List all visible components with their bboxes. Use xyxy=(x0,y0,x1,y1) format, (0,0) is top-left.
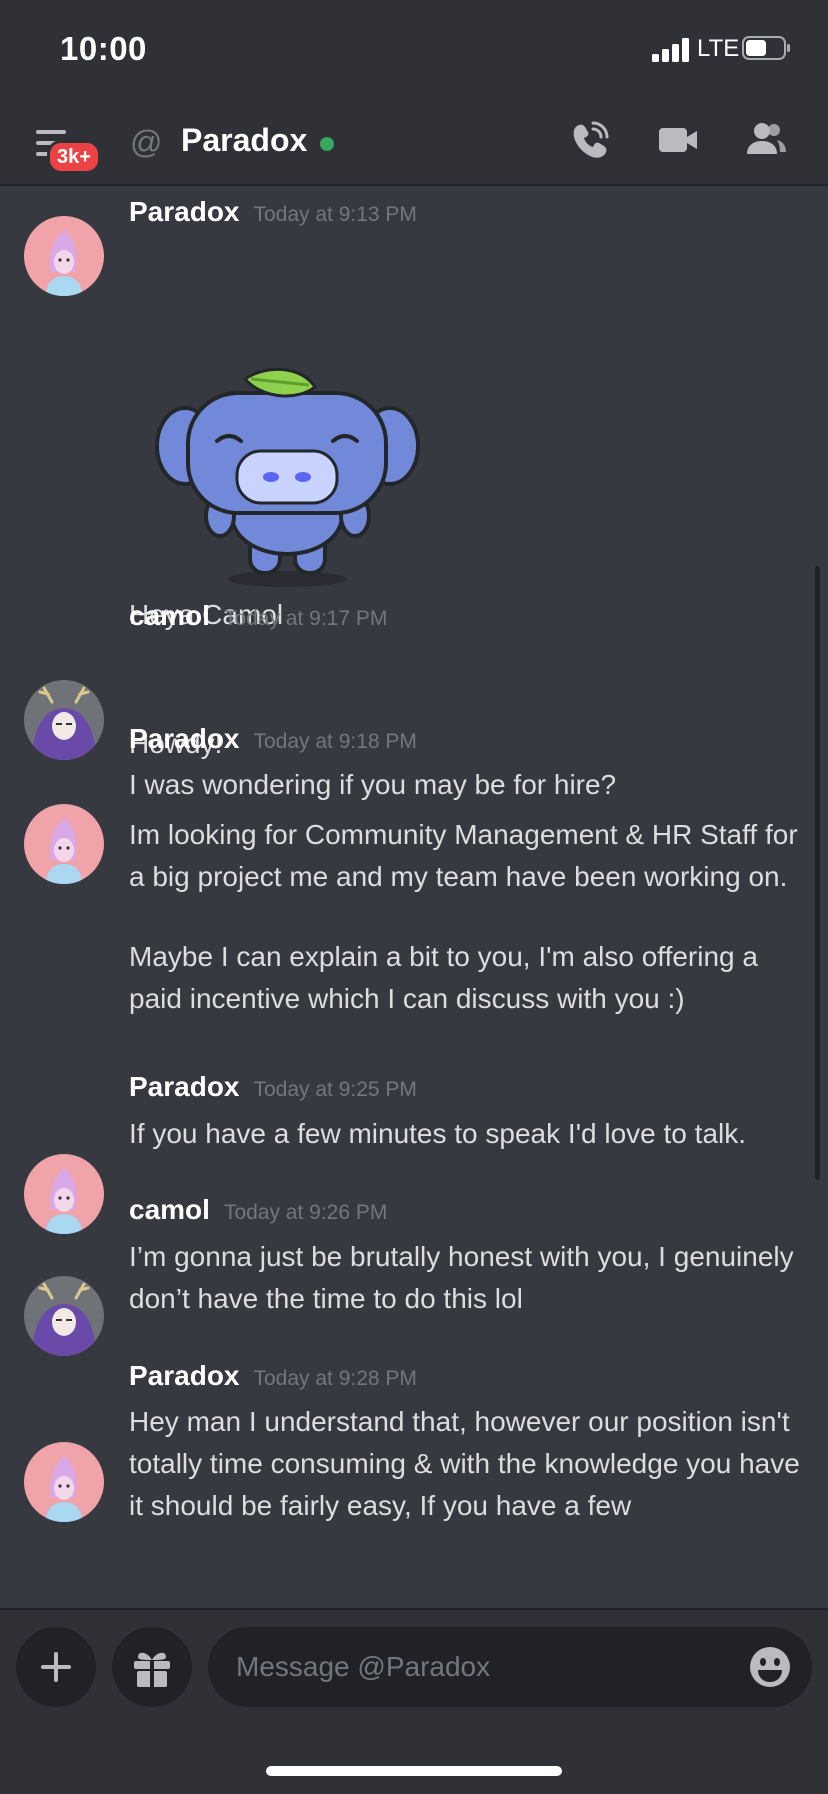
message-list[interactable]: Paradox Today at 9:13 PM Heya Camol camo… xyxy=(0,186,828,1608)
message-input[interactable] xyxy=(236,1627,736,1707)
gift-icon xyxy=(134,1652,170,1687)
camol-avatar-icon xyxy=(24,680,104,760)
video-call-icon[interactable] xyxy=(656,118,700,162)
message-timestamp: Today at 9:17 PM xyxy=(223,607,388,630)
message-input-container[interactable] xyxy=(208,1627,812,1707)
home-indicator xyxy=(266,1766,562,1776)
status-bar: 10:00 LTE xyxy=(0,0,828,100)
message-author[interactable]: camol Today at 9:26 PM xyxy=(129,1194,387,1226)
paradox-avatar-icon xyxy=(24,1154,104,1234)
message-content: If you have a few minutes to speak I'd l… xyxy=(129,1118,747,1149)
message-content: Hey man I understand that, however our p… xyxy=(129,1406,800,1521)
dm-header: 3k+ @ Paradox xyxy=(0,100,828,186)
message-author[interactable]: Paradox Today at 9:13 PM xyxy=(129,196,417,228)
message-timestamp: Today at 9:28 PM xyxy=(253,1367,417,1390)
battery-icon xyxy=(742,36,790,60)
paradox-avatar-icon xyxy=(24,804,104,884)
message-content: Maybe I can explain a bit to you, I'm al… xyxy=(129,941,758,1014)
avatar[interactable] xyxy=(24,1276,104,1356)
avatar[interactable] xyxy=(24,804,104,884)
camol-avatar-icon xyxy=(24,1276,104,1356)
cellular-signal-icon xyxy=(652,38,689,62)
notification-badge: 3k+ xyxy=(47,140,101,174)
channel-title: Paradox xyxy=(181,122,308,158)
avatar[interactable] xyxy=(24,1154,104,1234)
message-content: I’m gonna just be brutally honest with y… xyxy=(129,1241,794,1314)
message-author[interactable]: Paradox Today at 9:18 PM xyxy=(129,723,417,755)
scrollbar[interactable] xyxy=(815,566,820,1180)
wumpus-sticker xyxy=(155,367,420,587)
message-timestamp: Today at 9:18 PM xyxy=(253,730,417,753)
message-author[interactable]: camol Today at 9:17 PM xyxy=(129,600,387,632)
online-status-dot xyxy=(320,137,334,151)
message-timestamp: Today at 9:26 PM xyxy=(223,1201,388,1224)
at-icon: @ xyxy=(130,124,163,160)
avatar[interactable] xyxy=(24,1442,104,1522)
message-timestamp: Today at 9:25 PM xyxy=(253,1078,417,1101)
avatar[interactable] xyxy=(24,216,104,296)
message-author[interactable]: Paradox Today at 9:28 PM xyxy=(129,1360,417,1392)
message-content: Im looking for Community Management & HR… xyxy=(129,819,798,892)
add-attachment-button[interactable] xyxy=(16,1627,96,1707)
message-author[interactable]: Paradox Today at 9:25 PM xyxy=(129,1071,417,1103)
message-timestamp: Today at 9:13 PM xyxy=(253,203,417,226)
emoji-icon[interactable] xyxy=(748,1645,792,1689)
network-type: LTE xyxy=(697,35,740,62)
status-time: 10:00 xyxy=(60,30,147,67)
paradox-avatar-icon xyxy=(24,216,104,296)
message-content: I was wondering if you may be for hire? xyxy=(129,769,617,800)
plus-icon xyxy=(41,1652,71,1682)
voice-call-icon[interactable] xyxy=(568,118,612,162)
paradox-avatar-icon xyxy=(24,1442,104,1522)
gift-button[interactable] xyxy=(112,1627,192,1707)
member-list-icon[interactable] xyxy=(744,118,788,162)
avatar[interactable] xyxy=(24,680,104,760)
